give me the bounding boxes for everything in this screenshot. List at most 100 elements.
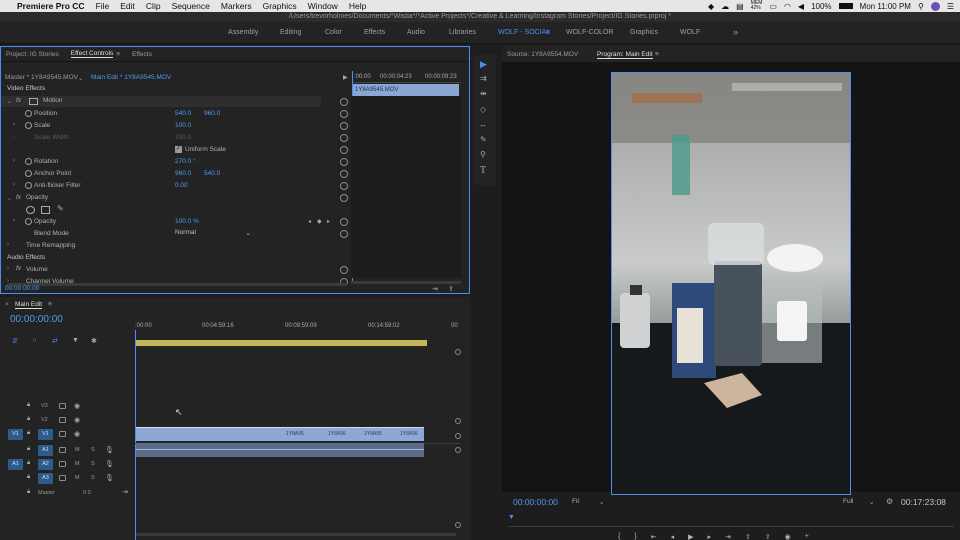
mark-in-icon[interactable]: {	[618, 533, 620, 540]
reset-uniform-icon[interactable]	[340, 146, 348, 154]
mic-icon[interactable]: 🎙︎	[105, 474, 114, 482]
scroll-handle-a1[interactable]	[455, 447, 461, 453]
menu-window[interactable]: Window	[308, 1, 338, 11]
stopwatch-antiflicker-icon[interactable]	[25, 182, 32, 189]
track-label-a3[interactable]: A3	[38, 473, 53, 484]
master-volume-value[interactable]: 0.0	[83, 490, 91, 496]
timeline-horizontal-scrollbar[interactable]	[136, 533, 456, 536]
type-tool-icon[interactable]: T	[480, 165, 486, 176]
track-label-v1[interactable]: V1	[38, 429, 53, 440]
wifi-icon[interactable]: ◠	[784, 2, 791, 11]
effect-clip-bar[interactable]: 1Y8A9545.MOV	[353, 84, 459, 96]
menu-file[interactable]: File	[96, 1, 110, 11]
pen-mask-icon[interactable]: ✎	[57, 204, 64, 213]
zoom-select[interactable]: Fit ⌄	[572, 498, 608, 508]
scroll-handle-v1[interactable]	[455, 433, 461, 439]
slip-tool-icon[interactable]: ↔	[479, 120, 487, 129]
cloud-icon[interactable]: ☁	[721, 2, 729, 11]
expand-opacity-icon[interactable]: ⌄	[7, 195, 12, 202]
track-header-v1[interactable]: V1 🔒︎ V1 ◉	[0, 429, 135, 443]
reset-antiflicker-icon[interactable]	[340, 182, 348, 190]
sync-lock-icon[interactable]	[59, 417, 66, 423]
reset-position-icon[interactable]	[340, 110, 348, 118]
workspace-wolf[interactable]: WOLF	[680, 29, 700, 36]
lock-icon[interactable]: 🔒︎	[27, 460, 30, 467]
app-menu[interactable]: Premiere Pro CC	[17, 1, 85, 11]
add-keyframe-icon[interactable]: ◆	[317, 218, 322, 225]
sync-lock-icon[interactable]	[59, 447, 66, 453]
expand-rotation-icon[interactable]: ›	[13, 158, 15, 164]
stopwatch-scale-icon[interactable]	[25, 122, 32, 129]
battery-icon[interactable]	[838, 3, 853, 9]
tab-main-edit[interactable]: Main Edit	[15, 301, 43, 309]
timeline-ruler[interactable]: :00:00 00:04:59:16 00:09:59:09 00:14:59:…	[135, 319, 461, 333]
mute-button[interactable]: M	[75, 461, 80, 467]
sync-lock-icon[interactable]	[59, 403, 66, 409]
add-button-icon[interactable]: +	[805, 533, 809, 540]
play-icon[interactable]: ▶	[343, 74, 348, 81]
track-label-a1[interactable]: A1	[38, 445, 53, 456]
mic-icon[interactable]: 🎙︎	[105, 446, 114, 454]
chevron-down-icon[interactable]: ⌄	[78, 74, 83, 82]
add-marker-icon[interactable]: ▼	[72, 337, 79, 344]
audio-clip-a1[interactable]	[136, 443, 424, 457]
workspace-effects[interactable]: Effects	[364, 29, 385, 36]
video-clip-v1[interactable]: 1Y8A95 1Y8A95 1Y8A95 1Y8A95	[136, 427, 424, 441]
filter-icon[interactable]: ⇥	[432, 285, 438, 293]
program-time-ruler[interactable]	[508, 515, 954, 527]
go-to-end-icon[interactable]: ⇥	[122, 488, 128, 496]
keyframe-zoom-scrollbar[interactable]	[351, 281, 461, 284]
program-timecode[interactable]: 00:00:00:00	[513, 497, 558, 507]
position-x-value[interactable]: 540.0	[175, 110, 191, 117]
workspace-wolf-social[interactable]: WOLF - SOCIAL	[498, 29, 550, 36]
workspace-audio[interactable]: Audio	[407, 29, 425, 36]
eye-icon[interactable]: ◉	[74, 416, 80, 424]
fx-icon[interactable]: fx	[16, 97, 21, 104]
master-clip-label[interactable]: Master * 1Y8A9545.MOV	[5, 74, 78, 81]
stopwatch-anchor-icon[interactable]	[25, 170, 32, 177]
track-header-a3[interactable]: 🔒︎ A3 M S 🎙︎	[0, 473, 135, 487]
transform-icon[interactable]	[29, 98, 38, 105]
expand-scale-icon[interactable]: ›	[13, 122, 15, 128]
stopwatch-rotation-icon[interactable]	[25, 158, 32, 165]
program-playhead[interactable]: ▼	[508, 514, 515, 521]
mark-out-icon[interactable]: }	[634, 533, 636, 540]
step-back-icon[interactable]: ◂	[671, 533, 675, 540]
step-forward-icon[interactable]: ▸	[707, 533, 711, 540]
snap-icon[interactable]: ∩	[32, 337, 37, 344]
export-frame-icon[interactable]: ◉	[785, 533, 791, 540]
lock-icon[interactable]: 🔒︎	[27, 446, 30, 453]
expand-motion-icon[interactable]: ⌄	[7, 98, 12, 105]
rectangle-mask-icon[interactable]	[41, 206, 50, 214]
vertical-zoom-handle-top[interactable]	[455, 349, 461, 355]
battery-percent[interactable]: 100%	[811, 2, 831, 11]
solo-button[interactable]: S	[91, 447, 95, 453]
prev-keyframe-icon[interactable]: ◂	[308, 218, 311, 225]
expand-volume-icon[interactable]: ›	[7, 266, 9, 272]
extract-icon[interactable]: ⇪	[765, 533, 771, 540]
sync-lock-icon[interactable]	[59, 431, 66, 437]
close-icon[interactable]: ×	[5, 301, 9, 308]
tab-effect-controls[interactable]: Effect Controls	[70, 50, 114, 58]
lock-icon[interactable]: 🔒︎	[27, 489, 30, 496]
reset-opacity-section-icon[interactable]	[340, 194, 348, 202]
current-time[interactable]: 00:00:00:00	[5, 285, 39, 292]
go-to-out-icon[interactable]: ⇥	[725, 533, 731, 540]
workspace-libraries[interactable]: Libraries	[449, 29, 476, 36]
nest-icon[interactable]: ⇵	[12, 337, 18, 345]
antiflicker-value[interactable]: 0.00	[175, 182, 188, 189]
ellipse-mask-icon[interactable]	[26, 206, 35, 214]
sequence-clip-label[interactable]: Main Edit * 1Y8A9545.MOV	[91, 74, 171, 81]
blend-mode-select[interactable]: Normal ⌄	[175, 229, 253, 239]
solo-button[interactable]: S	[91, 461, 95, 467]
lock-icon[interactable]: 🔒︎	[27, 430, 30, 437]
lock-icon[interactable]: 🔒︎	[27, 474, 30, 481]
mute-button[interactable]: M	[75, 447, 80, 453]
anchor-x-value[interactable]: 960.0	[175, 170, 191, 177]
tab-effects[interactable]: Effects	[132, 51, 152, 58]
scroll-handle-bottom[interactable]	[455, 522, 461, 528]
avatar[interactable]	[930, 1, 940, 11]
tab-source-monitor[interactable]: Source: 1Y8A9554.MOV	[507, 51, 578, 58]
selection-tool-icon[interactable]: ▶	[480, 59, 487, 70]
go-to-in-icon[interactable]: ⇤	[651, 533, 657, 540]
